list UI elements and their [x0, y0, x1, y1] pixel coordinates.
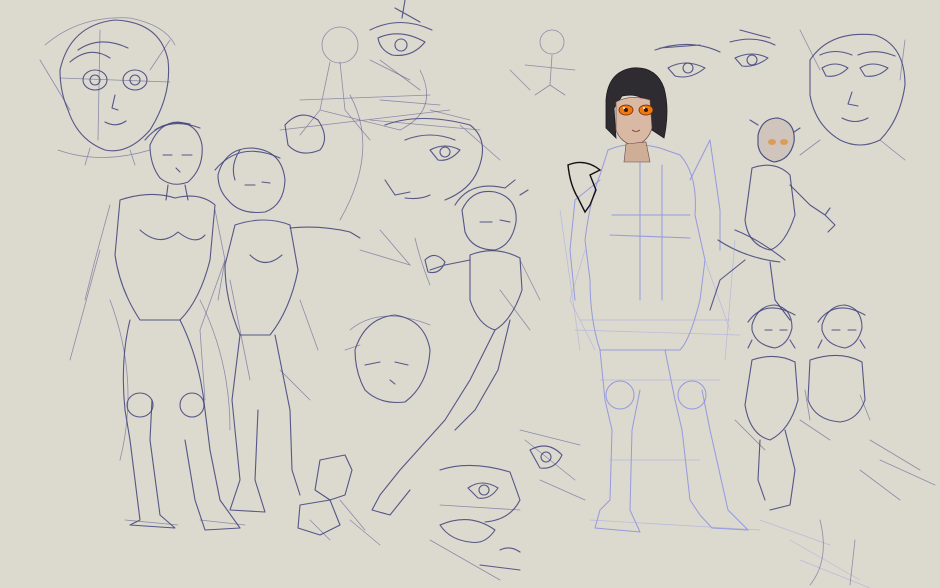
eye-study-top-right	[654, 29, 776, 78]
figure-light-blue-main	[559, 139, 761, 533]
colored-head	[567, 67, 668, 214]
construction-lines	[759, 439, 936, 588]
figure-running-right	[709, 117, 836, 321]
figure-standing-side	[199, 147, 361, 513]
rough-gesture-center	[279, 26, 451, 221]
figure-standing-front	[69, 121, 251, 531]
face-study-top-right	[799, 29, 906, 161]
small-figure-bob-left	[734, 304, 831, 511]
head-sketch-top-left	[39, 17, 176, 166]
small-figure-bob-right	[804, 304, 871, 423]
stick-figure	[509, 29, 576, 96]
bottom-face-studies	[429, 429, 586, 581]
sketch-canvas	[0, 0, 940, 588]
figure-action-pose	[359, 179, 541, 516]
hand-sketches	[297, 454, 381, 546]
small-face-study	[344, 314, 431, 404]
sketch-sheet	[39, 0, 936, 588]
